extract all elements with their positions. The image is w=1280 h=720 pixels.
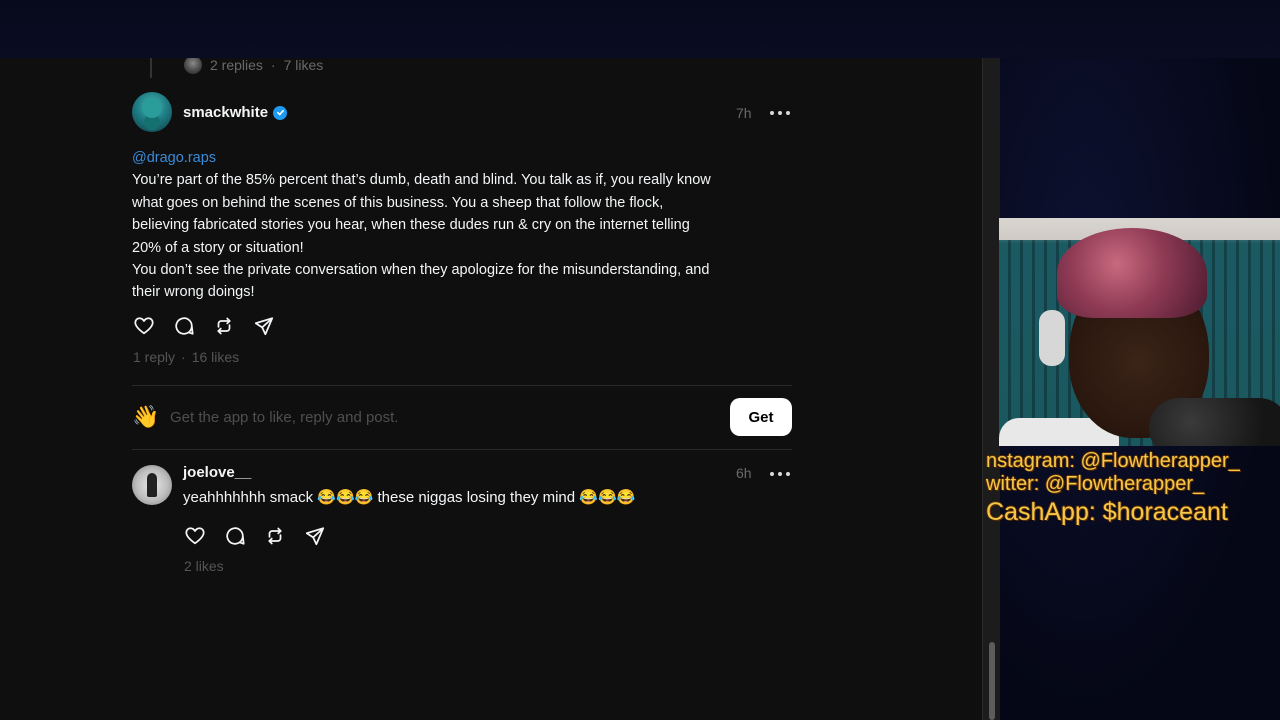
post-stats: 1 reply · 16 likes <box>133 349 239 365</box>
avatar[interactable] <box>132 92 172 132</box>
cashapp-handle: CashApp: $horaceant <box>986 498 1228 526</box>
twitter-handle: witter: @Flowtherapper_ <box>986 473 1205 495</box>
durag <box>1057 228 1207 318</box>
headphones-icon <box>1039 310 1065 366</box>
wave-icon: 👋 <box>132 404 160 429</box>
reply-text: yeahhhhhhh smack 😂😂😂 these niggas losing… <box>183 488 635 506</box>
previous-post-stats: 2 replies · 7 likes <box>134 58 323 75</box>
repost-icon[interactable] <box>213 315 235 337</box>
post-line: what goes on behind the scenes of this b… <box>132 194 664 211</box>
webcam-feed <box>999 218 1280 446</box>
post-line: 20% of a story or situation! <box>132 239 304 256</box>
more-icon[interactable] <box>770 110 790 116</box>
post-text: @drago.raps You’re part of the 85% perce… <box>132 147 802 304</box>
repost-icon[interactable] <box>264 525 286 547</box>
separator: · <box>270 58 276 73</box>
reply-time[interactable]: 6h <box>736 465 752 481</box>
username[interactable]: smackwhite <box>183 104 268 121</box>
reply-actions <box>184 525 326 547</box>
instagram-handle: nstagram: @Flowtherapper_ <box>986 450 1240 472</box>
laughing-emoji: 😂😂😂 <box>579 489 636 506</box>
reply-author[interactable]: joelove__ <box>183 464 251 481</box>
get-app-button[interactable]: Get <box>730 398 792 436</box>
post-line: You don’t see the private conversation w… <box>132 262 710 279</box>
scrollbar[interactable] <box>982 58 1000 720</box>
share-icon[interactable] <box>253 315 275 337</box>
microphone-icon <box>1149 398 1280 446</box>
comment-icon[interactable] <box>224 525 246 547</box>
like-count[interactable]: 2 likes <box>184 558 224 574</box>
post-author[interactable]: smackwhite <box>183 104 288 121</box>
reply-count[interactable]: 1 reply <box>133 349 175 365</box>
social-overlay: nstagram: @Flowtherapper_ witter: @Flowt… <box>986 450 1280 529</box>
threads-feed: 2 replies · 7 likes smackwhite 7h @drago… <box>0 58 1000 720</box>
laughing-emoji: 😂😂😂 <box>317 489 374 506</box>
post-line: You’re part of the 85% percent that’s du… <box>132 172 711 189</box>
avatar[interactable] <box>132 465 172 505</box>
post-line: their wrong doings! <box>132 284 255 301</box>
reply-stats: 2 likes <box>184 558 224 574</box>
divider <box>132 385 792 386</box>
heart-icon[interactable] <box>184 525 206 547</box>
reply-avatar <box>184 58 202 74</box>
previous-replies[interactable]: 2 replies <box>210 58 263 73</box>
reply-text-part: yeahhhhhhh smack <box>183 489 314 506</box>
previous-likes[interactable]: 7 likes <box>284 58 324 73</box>
top-band <box>0 0 1280 58</box>
get-app-text: Get the app to like, reply and post. <box>170 408 399 426</box>
post-line: believing fabricated stories you hear, w… <box>132 217 690 234</box>
get-app-banner: 👋 Get the app to like, reply and post. G… <box>132 398 792 436</box>
share-icon[interactable] <box>304 525 326 547</box>
mention-link[interactable]: @drago.raps <box>132 147 802 169</box>
scrollbar-thumb[interactable] <box>989 642 995 720</box>
post-actions <box>133 315 275 337</box>
heart-icon[interactable] <box>133 315 155 337</box>
verified-icon <box>273 105 288 120</box>
comment-icon[interactable] <box>173 315 195 337</box>
separator: · <box>181 349 186 365</box>
more-icon[interactable] <box>770 471 790 477</box>
reply-text-part: these niggas losing they mind <box>377 489 576 506</box>
like-count[interactable]: 16 likes <box>192 349 239 365</box>
post-time[interactable]: 7h <box>736 105 752 121</box>
divider <box>132 449 792 450</box>
